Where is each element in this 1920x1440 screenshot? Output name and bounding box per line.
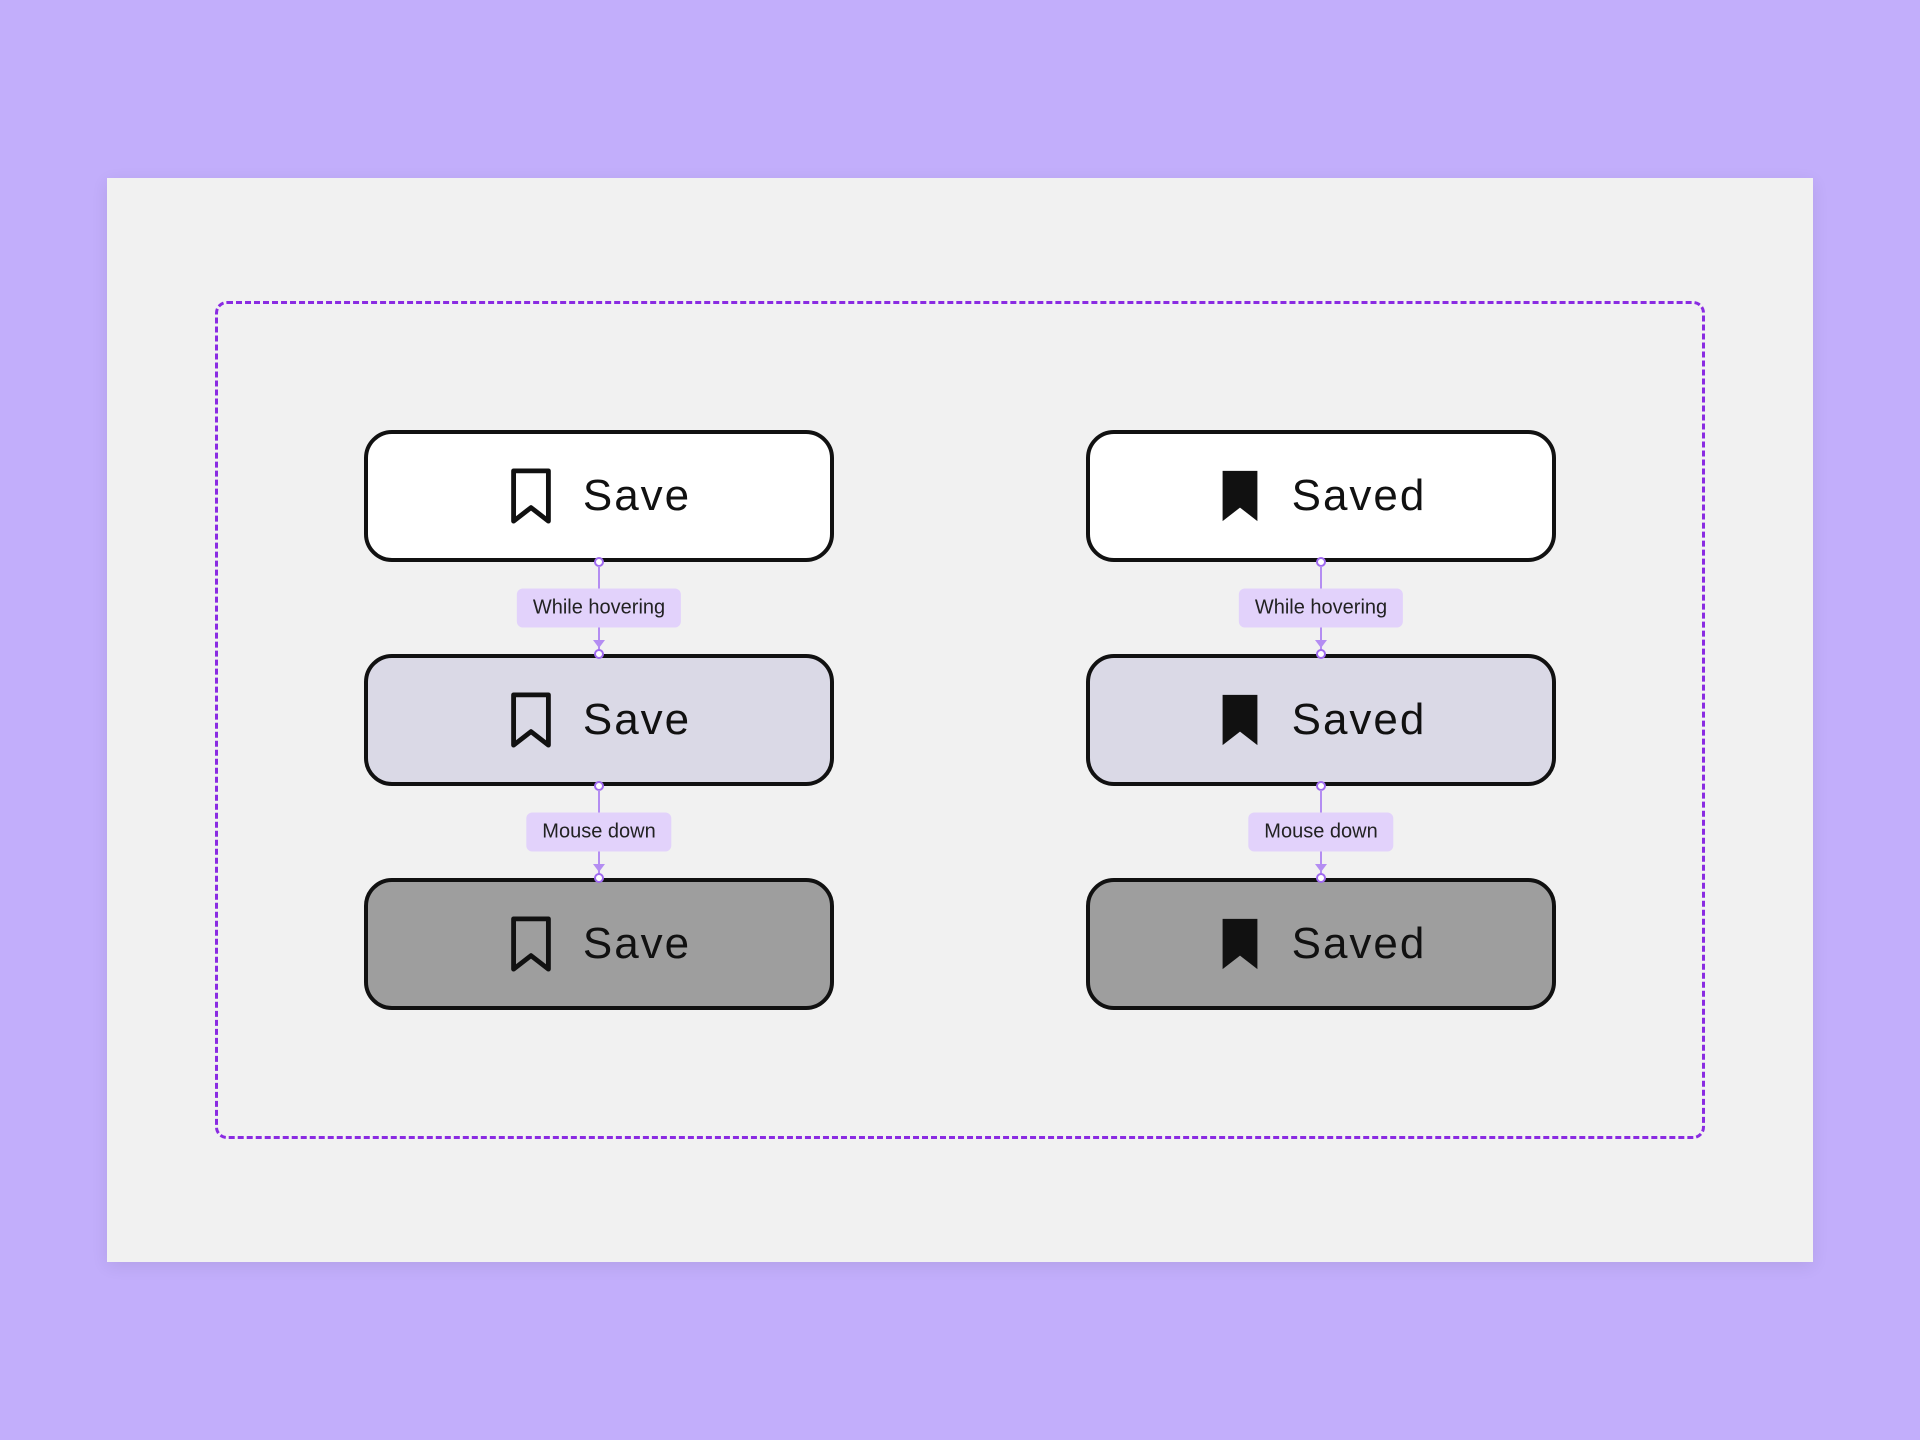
bookmark-outline-icon xyxy=(507,691,555,749)
connector-end-dot xyxy=(1316,873,1326,883)
save-button-label: Save xyxy=(583,919,691,969)
transition-label-hover: While hovering xyxy=(1239,589,1403,628)
transition-hover-connector: While hovering xyxy=(364,562,834,654)
saved-button-label: Saved xyxy=(1292,695,1427,745)
saved-button-label: Saved xyxy=(1292,919,1427,969)
save-button-label: Save xyxy=(583,471,691,521)
save-state-column: Save While hovering Save Mouse xyxy=(364,430,834,1010)
transition-mousedown-connector: Mouse down xyxy=(1086,786,1556,878)
saved-state-column: Saved While hovering Saved Mou xyxy=(1086,430,1556,1010)
connector-end-dot xyxy=(1316,649,1326,659)
bookmark-outline-icon xyxy=(507,915,555,973)
connector-end-dot xyxy=(594,649,604,659)
connector-arrow-icon xyxy=(593,864,605,872)
saved-button-pressed[interactable]: Saved xyxy=(1086,878,1556,1010)
save-button-default[interactable]: Save xyxy=(364,430,834,562)
transition-mousedown-connector: Mouse down xyxy=(364,786,834,878)
bookmark-filled-icon xyxy=(1216,467,1264,525)
selection-frame: Save While hovering Save Mouse xyxy=(215,301,1705,1139)
transition-label-mousedown: Mouse down xyxy=(526,813,671,852)
connector-arrow-icon xyxy=(1315,640,1327,648)
save-button-label: Save xyxy=(583,695,691,745)
transition-label-mousedown: Mouse down xyxy=(1248,813,1393,852)
connector-end-dot xyxy=(594,873,604,883)
saved-button-hover[interactable]: Saved xyxy=(1086,654,1556,786)
saved-button-label: Saved xyxy=(1292,471,1427,521)
bookmark-filled-icon xyxy=(1216,691,1264,749)
connector-arrow-icon xyxy=(1315,864,1327,872)
canvas-card: Save While hovering Save Mouse xyxy=(107,178,1813,1262)
bookmark-outline-icon xyxy=(507,467,555,525)
saved-button-default[interactable]: Saved xyxy=(1086,430,1556,562)
bookmark-filled-icon xyxy=(1216,915,1264,973)
save-button-hover[interactable]: Save xyxy=(364,654,834,786)
save-button-pressed[interactable]: Save xyxy=(364,878,834,1010)
connector-arrow-icon xyxy=(593,640,605,648)
transition-hover-connector: While hovering xyxy=(1086,562,1556,654)
transition-label-hover: While hovering xyxy=(517,589,681,628)
